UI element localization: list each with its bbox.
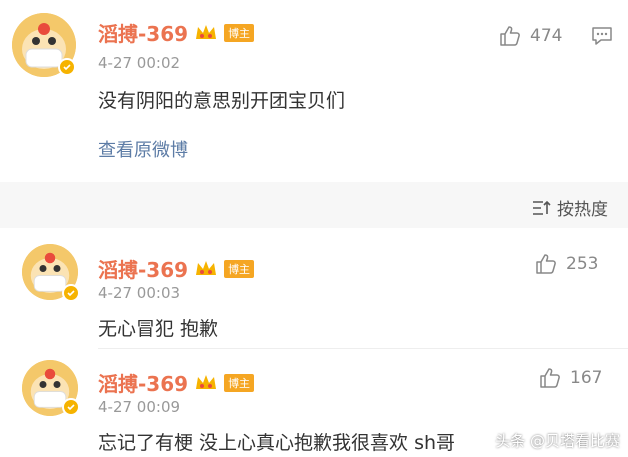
verified-badge-icon	[62, 284, 80, 302]
crown-icon	[196, 374, 217, 389]
sort-by-hot-button[interactable]: 按热度	[531, 195, 608, 220]
verified-badge-icon	[58, 58, 76, 76]
watermark: 头条 @贝塔看比赛	[495, 430, 620, 451]
comment-text: 无心冒犯 抱歉	[98, 318, 219, 340]
comment-author-row: 滔搏-369 博主	[98, 254, 255, 283]
crown-icon	[196, 24, 217, 39]
comment-username[interactable]: 滔搏-369	[98, 368, 188, 397]
view-original-link[interactable]: 查看原微博	[98, 136, 188, 162]
blogger-badge: 博主	[224, 259, 255, 278]
comment-like-button[interactable]: 167	[538, 366, 602, 390]
post-username[interactable]: 滔搏-369	[98, 18, 188, 47]
comment-divider	[98, 348, 628, 349]
crown-icon	[196, 260, 217, 275]
sort-label: 按热度	[557, 200, 608, 220]
post-author-row: 滔搏-369 博主	[98, 18, 255, 47]
thumbs-up-icon	[536, 254, 556, 274]
comment-time: 4-27 00:03	[98, 284, 181, 302]
post-time: 4-27 00:02	[98, 54, 181, 72]
comment-icon[interactable]	[591, 26, 613, 46]
comment-author-row: 滔搏-369 博主	[98, 368, 255, 397]
verified-badge-icon	[62, 398, 80, 416]
post-text: 没有阴阳的意思别开团宝贝们	[98, 90, 346, 112]
blogger-badge: 博主	[224, 373, 255, 392]
comment-like-count: 167	[570, 368, 603, 388]
blogger-badge: 博主	[224, 23, 255, 42]
thumbs-up-icon	[500, 26, 520, 46]
comment-like-button[interactable]: 253	[534, 252, 598, 276]
post-like-button[interactable]: 474	[498, 24, 562, 48]
comment-time: 4-27 00:09	[98, 398, 181, 416]
comment-username[interactable]: 滔搏-369	[98, 254, 188, 283]
comment-like-count: 253	[566, 254, 599, 274]
comment-text: 忘记了有梗 没上心真心抱歉我很喜欢 sh哥	[98, 432, 456, 454]
post-like-count: 474	[530, 26, 563, 46]
sort-icon	[533, 200, 551, 215]
thumbs-up-icon	[540, 368, 560, 388]
watermark-text: 头条 @贝塔看比赛	[495, 432, 620, 450]
original-post: 滔搏-369 博主 4-27 00:02 没有阴阳的意思别开团宝贝们 查看原微博…	[0, 0, 628, 182]
